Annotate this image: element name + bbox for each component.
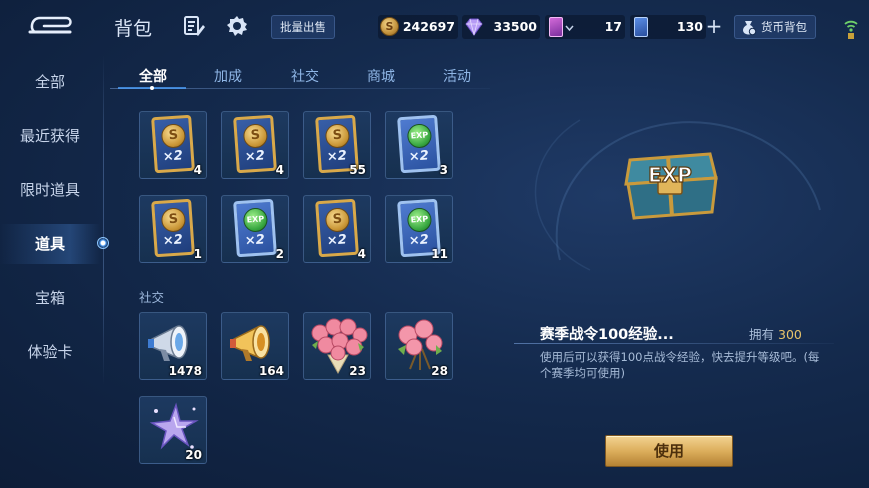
tab-shop[interactable]: 商城 [350,66,412,86]
network-status-icon [844,20,858,39]
megaphone-icon [148,325,188,361]
top-bar: 背包 批量出售 S 242697 33500 17 130 + 货币背包 [0,0,869,54]
sidebar-item-limited[interactable]: 限时道具 [0,170,100,210]
card-multiplier: ×2 [408,148,430,165]
ticket-currency: 130 + [630,15,726,39]
sidebar-item-recent[interactable]: 最近获得 [0,116,100,156]
use-button[interactable]: 使用 [605,435,733,467]
category-sidebar: 全部 最近获得 限时道具 道具 宝箱 体验卡 [0,54,104,488]
edit-list-icon[interactable] [182,14,206,38]
exp-boost-card-icon: EXP ×2 [233,198,277,258]
gold-coin-icon: S [380,17,399,36]
gold-boost-card-icon: S ×2 [151,198,195,258]
card-emblem: S [160,207,187,233]
ticket-amount: 130 [676,19,703,34]
sidebar-divider [103,55,104,385]
gold-currency: S 242697 [378,15,458,39]
item-slot-exp-card[interactable]: EXP ×2 3 [385,111,453,179]
card-emblem: EXP [242,207,269,233]
item-count: 28 [431,364,448,378]
item-count: 164 [258,364,284,378]
gold-boost-card-icon: S ×2 [233,114,277,174]
chevron-down-icon[interactable] [565,23,574,32]
item-count: 2 [275,247,284,261]
item-description: 使用后可以获得100点战令经验，快去提升等级吧。(每个赛季均可使用) [540,350,820,380]
item-count: 4 [275,163,284,177]
sidebar-item-trial-card[interactable]: 体验卡 [0,332,100,372]
coupon-currency: 17 [545,15,625,39]
item-slot-gold-card[interactable]: S ×2 4 [221,111,289,179]
card-emblem: S [242,123,269,149]
gold-amount: 242697 [402,19,455,34]
ticket-card-icon [634,17,648,37]
item-slot-exp-card[interactable]: EXP ×2 11 [385,195,453,263]
coupon-amount: 17 [604,19,622,34]
gear-icon[interactable] [225,14,249,38]
card-emblem: S [160,123,187,149]
item-slot-gold-card[interactable]: S ×2 55 [303,111,371,179]
item-slot-exp-card[interactable]: EXP ×2 2 [221,195,289,263]
item-count: 4 [357,247,366,261]
card-emblem: S [324,123,351,149]
tab-boost[interactable]: 加成 [197,66,259,86]
tab-event[interactable]: 活动 [426,66,488,86]
exp-boost-card-icon: EXP ×2 [397,114,441,174]
item-slot-gold-card[interactable]: S ×2 4 [139,111,207,179]
sidebar-item-all[interactable]: 全部 [0,62,100,102]
card-multiplier: ×2 [162,232,184,249]
sidebar-item-props[interactable]: 道具 [0,224,100,264]
item-slot-megaphone-silver[interactable]: 1478 [139,312,207,380]
card-multiplier: ×2 [408,232,430,249]
diamond-currency: 33500 [462,15,540,39]
item-count: 1 [193,247,202,261]
card-multiplier: ×2 [244,148,266,165]
tab-social[interactable]: 社交 [274,66,336,86]
add-currency-button[interactable]: + [704,15,724,39]
card-multiplier: ×2 [162,148,184,165]
card-emblem: EXP [406,123,433,149]
card-emblem: S [324,207,351,233]
coupon-card-icon [549,17,563,37]
exp-chest-icon: EXP [624,152,718,220]
card-multiplier: ×2 [326,148,348,165]
card-multiplier: ×2 [244,232,266,249]
page-title: 背包 [114,18,153,40]
active-tab-indicator [118,86,186,90]
owned-number: 300 [778,327,802,342]
golden-megaphone-icon [230,325,270,361]
bulk-sell-button[interactable]: 批量出售 [271,15,335,39]
back-arrow-icon[interactable] [26,12,74,38]
owned-label: 拥有 [749,327,775,342]
chest-exp-label: EXP [648,163,692,187]
item-name: 赛季战令100经验... [540,327,674,343]
money-bag-icon [743,21,757,36]
diamond-amount: 33500 [493,19,538,34]
item-count: 11 [431,247,448,261]
item-count: 4 [193,163,202,177]
gold-boost-card-icon: S ×2 [315,198,359,258]
item-slot-gold-card[interactable]: S ×2 4 [303,195,371,263]
item-slot-gold-card[interactable]: S ×2 1 [139,195,207,263]
item-slot-rose-bouquet[interactable]: 23 [303,312,371,380]
item-slot-megaphone-gold[interactable]: 164 [221,312,289,380]
item-count: 23 [349,364,366,378]
item-count: 20 [185,448,202,462]
item-slot-rose-small[interactable]: 28 [385,312,453,380]
wallet-label: 货币背包 [761,20,807,34]
sidebar-active-indicator [97,237,109,249]
owned-count: 拥有 300 [749,324,802,343]
item-count: 55 [349,163,366,177]
tab-all[interactable]: 全部 [122,66,184,86]
sidebar-item-chest[interactable]: 宝箱 [0,278,100,318]
diamond-icon [465,18,483,36]
item-slot-star-firework[interactable]: 20 [139,396,207,464]
card-emblem: EXP [406,207,433,233]
item-count: 3 [439,163,448,177]
gold-boost-card-icon: S ×2 [151,114,195,174]
currency-wallet-button[interactable]: 货币背包 [734,15,816,39]
item-count: 1478 [168,364,202,378]
card-multiplier: ×2 [326,232,348,249]
detail-divider [514,343,834,344]
section-label-social: 社交 [139,290,165,305]
